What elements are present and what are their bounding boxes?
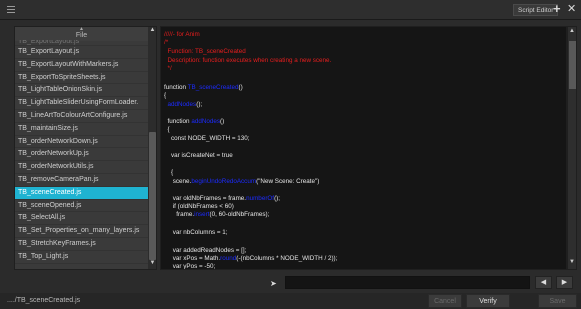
code-function-name: round [220,255,237,262]
list-item[interactable]: TB_orderNetworkDown.js [15,136,148,149]
list-item[interactable]: TB_StretchKeyFrames.js [15,238,148,251]
code-function-name: addNodes [167,101,197,108]
title-bar: Script Editor + ✕ [0,0,581,20]
list-item[interactable]: TB_sceneCreated.js [15,186,148,200]
code-comment: Description: function executes when crea… [164,57,332,64]
code-line: { [164,168,173,177]
code-line: var yPos = -50; [164,262,216,270]
code-line: const NODE_WIDTH = 130; [164,134,250,143]
code-function-name: insert [194,211,210,218]
code-function-name: beginUndoRedoAccum [191,178,257,185]
code-text: { [164,126,170,133]
code-comment: /////- for Anim [164,31,200,38]
editor-scrollbar[interactable]: ▲ ▼ [567,26,577,270]
list-item[interactable]: TB_LightTableOnionSkin.js [15,84,148,98]
list-item[interactable]: TB_LightTableSliderUsingFormLoader. [15,97,148,110]
code-text: () [238,84,243,91]
code-text: (0, 60-oldNbFrames); [209,211,270,218]
scrollbar-thumb[interactable] [149,132,156,260]
code-function-name: TB_sceneCreated [187,84,239,91]
code-line: /////- for Anim [164,30,200,39]
search-input[interactable] [285,276,530,289]
list-item[interactable]: TB_LineArtToColourArtConfigure.js [15,110,148,123]
code-text: scene. [164,178,192,185]
find-next-button[interactable]: ▶ [556,276,573,289]
file-column-header[interactable]: ▲ File [15,27,148,41]
code-text: () [220,118,225,125]
code-comment: /* [164,39,169,46]
code-text: var addedReadNodes = []; [164,247,247,254]
code-text: var nbColumns = 1; [164,229,228,236]
file-list: TB_ExportLayout.js TB_ExportLayout.js TB_… [15,40,148,264]
code-line: /* [164,38,168,47]
list-item[interactable]: TB_Top_Light.js [15,251,148,264]
code-line: addNodes(); [164,100,203,109]
code-line: Function: TB_sceneCreated [164,47,246,56]
code-text: var isCreateNet = true [164,152,233,159]
code-line: var isCreateNet = true [164,151,233,160]
code-function-name: numberOf [246,195,275,202]
code-line: */ [164,64,172,73]
code-text: var oldNbFrames = frame. [164,195,247,202]
code-text: ("New Scene: Create") [256,178,320,185]
menu-icon[interactable] [7,6,15,13]
code-line: function TB_sceneCreated() [164,83,243,92]
code-text: function [164,84,188,91]
list-item[interactable]: TB_removeCameraPan.js [15,174,148,187]
cursor-icon: ➤ [270,279,277,288]
list-item[interactable]: TB_maintainSize.js [15,123,148,136]
code-line: frame.insert(0, 60-oldNbFrames); [164,210,269,219]
list-item[interactable]: TB_ExportLayoutWithMarkers.js [15,59,148,72]
scroll-down-icon[interactable]: ▼ [569,259,575,265]
code-text: var xPos = Math. [164,255,221,262]
code-text: var yPos = -50; [164,263,216,270]
scroll-down-icon[interactable]: ▼ [148,260,156,269]
list-item[interactable]: TB_SelectAll.js [15,212,148,226]
scroll-up-icon[interactable]: ▲ [148,27,156,36]
find-previous-button[interactable]: ◀ [535,276,552,289]
scrollbar-thumb[interactable] [569,41,576,89]
file-header-label: File [75,32,88,39]
list-item[interactable]: TB_sceneOpened.js [15,200,148,213]
add-tab-button[interactable]: + [553,2,561,16]
close-icon[interactable]: ✕ [567,3,576,16]
code-line: Description: function executes when crea… [164,56,331,65]
list-item[interactable]: TB_ExportToSpriteSheets.js [15,72,148,85]
code-comment: Function: TB_sceneCreated [164,48,246,55]
file-path-label: ..../TB_sceneCreated.js [7,297,81,304]
list-item[interactable]: TB_orderNetworkUtils.js [15,161,148,174]
list-item[interactable]: TB_ExportLayout.js [15,46,148,59]
code-line: { [164,91,166,100]
file-list-panel: ▲ File TB_ExportLayout.js TB_ExportLayou… [14,26,157,270]
code-text: function [164,118,192,125]
code-text: if (oldNbFrames < 60) [164,203,234,210]
code-text: { [164,92,167,99]
code-editor[interactable]: /////- for Anim/* Function: TB_sceneCrea… [160,26,567,270]
code-line: { [164,125,170,134]
tab-script-editor[interactable]: Script Editor [513,4,559,16]
code-text: const NODE_WIDTH = 130; [164,135,250,142]
code-text: { [164,169,174,176]
cancel-button[interactable]: Cancel [428,294,462,308]
code-line: var nbColumns = 1; [164,228,228,237]
code-line: scene.beginUndoRedoAccum("New Scene: Cre… [164,177,320,186]
list-item[interactable]: TB_orderNetworkUp.js [15,148,148,162]
scroll-up-icon[interactable]: ▲ [569,28,575,34]
code-function-name: addNodes [191,118,221,125]
code-comment: */ [164,65,172,72]
save-button[interactable]: Save [538,294,577,308]
code-text: frame. [164,211,195,218]
code-text: (); [274,195,281,202]
list-item[interactable]: TB_Set_Properties_on_many_layers.js [15,225,148,238]
file-list-scrollbar[interactable]: ▲ ▼ [148,27,156,269]
code-line: function addNodes() [164,117,224,126]
code-text: (-(nbColumns * NODE_WIDTH / 2)); [236,255,338,262]
verify-button[interactable]: Verify [466,294,510,308]
code-text: (); [196,101,203,108]
